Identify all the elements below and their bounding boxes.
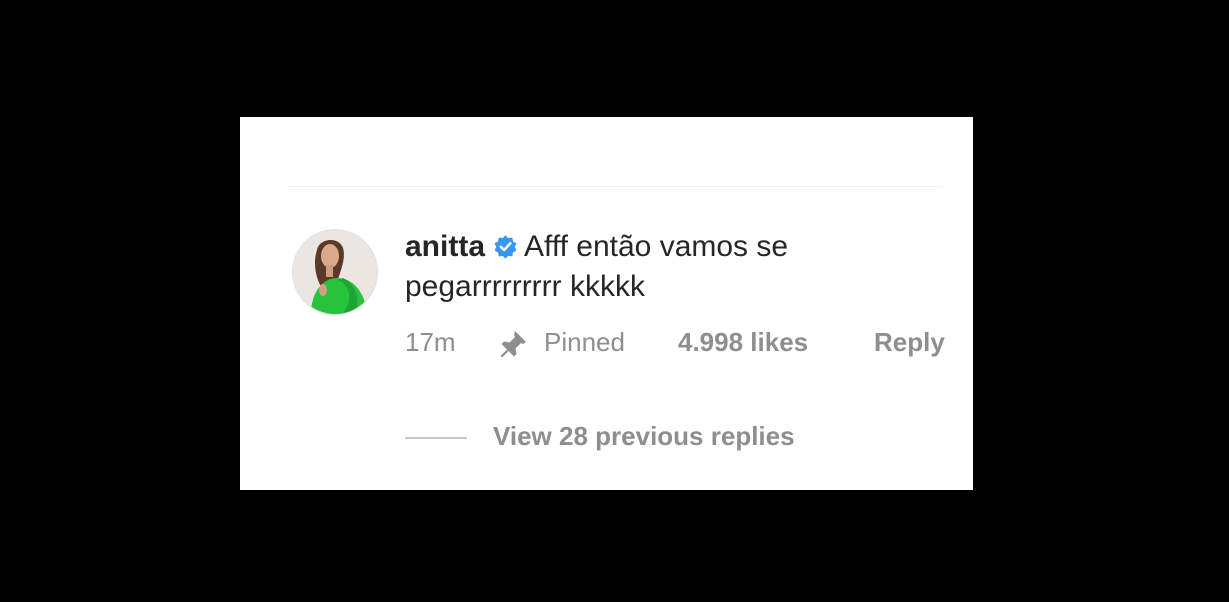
likes-count[interactable]: 4.998 likes [678, 325, 808, 359]
avatar-image [293, 230, 377, 314]
verified-badge-icon [494, 235, 517, 259]
comment-body: anitta Afff então vamos se pegarrrrrrrrr … [405, 227, 925, 307]
divider [288, 186, 943, 187]
reply-button[interactable]: Reply [874, 325, 945, 359]
avatar[interactable] [292, 229, 378, 315]
timestamp: 17m [405, 327, 456, 357]
comment-card: anitta Afff então vamos se pegarrrrrrrrr … [240, 117, 973, 490]
pinned-label: Pinned [544, 327, 625, 357]
username-link[interactable]: anitta [405, 230, 485, 263]
pin-icon [497, 328, 529, 360]
replies-divider-line [405, 437, 467, 439]
view-previous-replies-button[interactable]: View 28 previous replies [493, 419, 795, 453]
